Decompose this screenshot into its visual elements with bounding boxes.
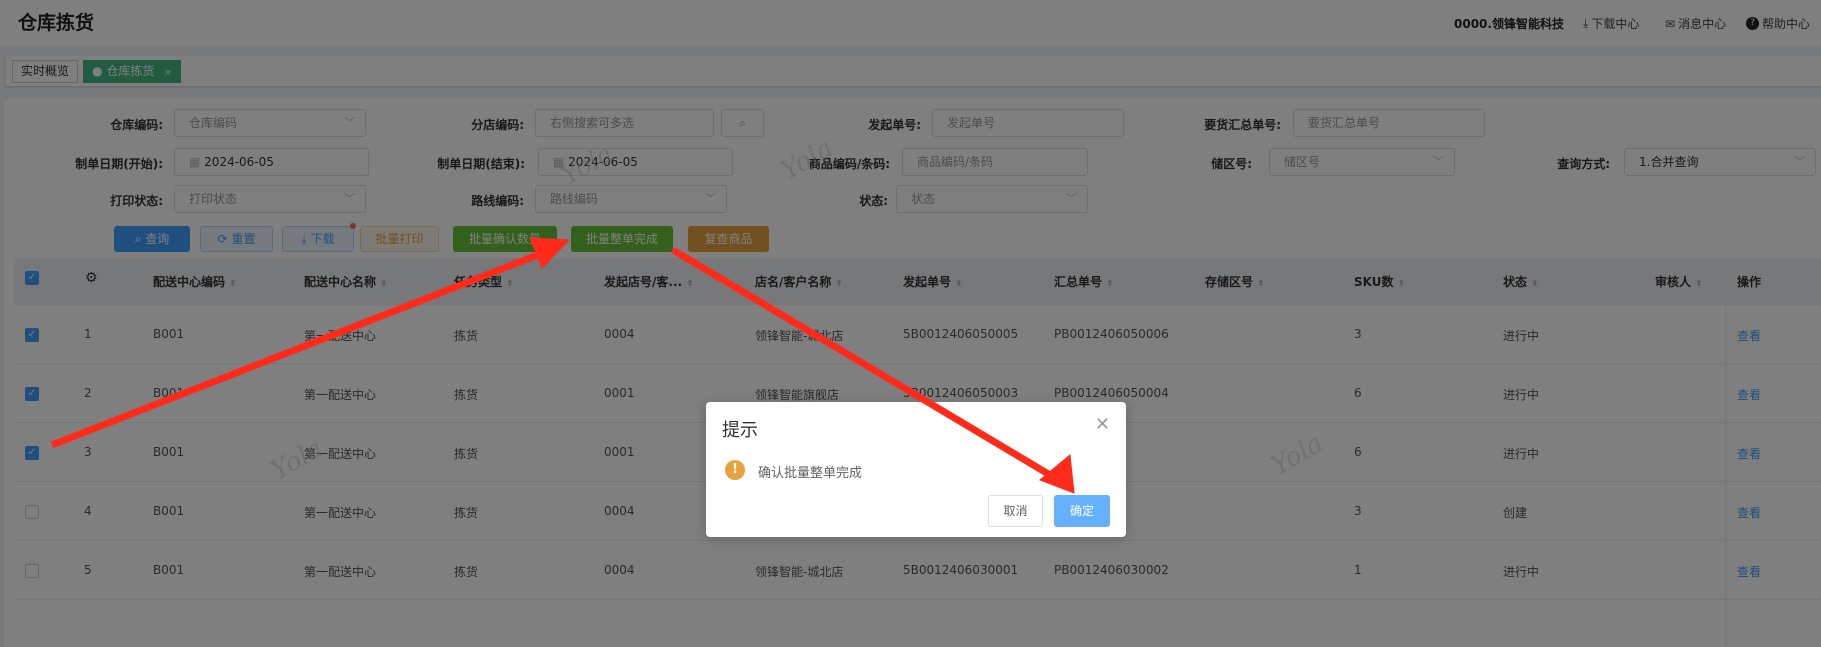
arrow-to-batch-complete — [50, 237, 571, 449]
annotation-arrows — [50, 237, 1075, 494]
arrow-to-confirm — [671, 246, 1075, 494]
